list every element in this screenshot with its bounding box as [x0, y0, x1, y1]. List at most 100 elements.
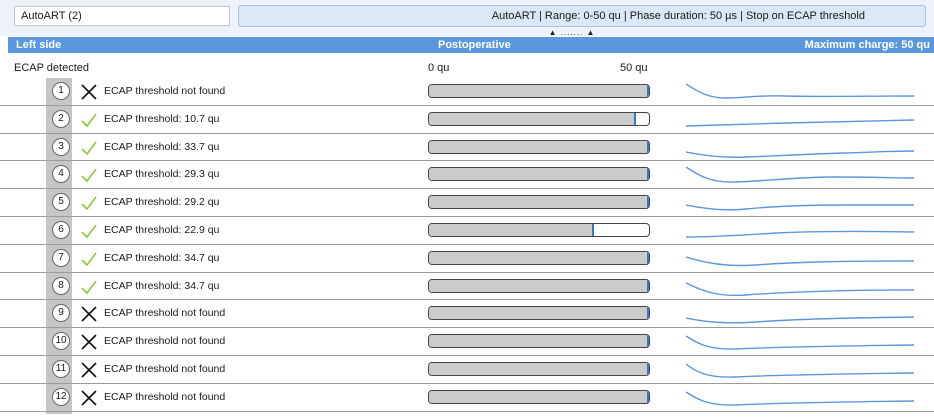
check-icon	[81, 196, 97, 211]
cross-icon	[81, 306, 97, 322]
electrode-row[interactable]: 2 ECAP threshold: 10.7 qu	[0, 106, 934, 134]
threshold-label: ECAP threshold: 34.7 qu	[104, 251, 220, 264]
electrode-number: 11	[52, 359, 70, 378]
charge-bar-fill	[429, 168, 649, 181]
electrode-number: 8	[52, 276, 70, 295]
electrode-row[interactable]: 4 ECAP threshold: 29.3 qu	[0, 161, 934, 190]
charge-bar	[428, 361, 650, 376]
resize-grip[interactable]: ▲ ....... ▲	[542, 29, 602, 37]
charge-bar-fill	[429, 279, 649, 292]
ecap-waveform	[686, 363, 914, 378]
threshold-marker	[633, 112, 636, 125]
charge-bar-fill	[429, 251, 649, 264]
waveform-line	[686, 335, 914, 350]
electrode-row[interactable]: 12 ECAP threshold not found	[0, 384, 934, 412]
threshold-label: ECAP threshold: 34.7 qu	[104, 279, 220, 292]
ecap-waveform	[686, 149, 914, 158]
check-icon	[81, 141, 97, 155]
waveform-line	[686, 230, 914, 238]
threshold-marker	[592, 223, 594, 236]
measurement-info-bar[interactable]: AutoART | Range: 0-50 qu | Phase duratio…	[238, 5, 926, 27]
scale-min-label: 0 qu	[428, 62, 450, 74]
check-icon	[81, 252, 97, 266]
charge-bar	[428, 167, 650, 182]
threshold-marker	[647, 279, 649, 292]
threshold-label: ECAP threshold not found	[104, 335, 226, 348]
charge-bar	[428, 84, 650, 98]
waveform-line	[686, 256, 914, 266]
charge-bar	[428, 334, 650, 349]
electrode-row[interactable]: 6 ECAP threshold: 22.9 qu	[0, 217, 934, 245]
check-icon	[81, 168, 97, 183]
check-icon	[81, 224, 97, 239]
charge-bar	[428, 278, 650, 293]
electrode-row[interactable]: 10 ECAP threshold not found	[0, 328, 934, 356]
check-icon	[81, 113, 97, 128]
autoart-tab[interactable]: AutoART (2)	[14, 6, 230, 26]
electrode-row[interactable]: 1 ECAP threshold not found	[0, 78, 934, 106]
threshold-label: ECAP threshold: 10.7 qu	[104, 112, 220, 125]
waveform-line	[686, 204, 914, 211]
ecap-waveform	[686, 316, 914, 324]
charge-bar	[428, 389, 650, 404]
ecap-waveform	[686, 335, 914, 350]
electrode-row[interactable]: 11 ECAP threshold not found	[0, 356, 934, 384]
threshold-marker	[647, 168, 649, 181]
threshold-marker	[647, 196, 649, 209]
threshold-label: ECAP threshold not found	[104, 307, 226, 320]
threshold-marker	[647, 307, 649, 320]
electrode-number: 1	[52, 82, 70, 100]
side-label: Left side	[16, 39, 62, 51]
ecap-waveform	[686, 83, 914, 99]
threshold-label: ECAP threshold: 29.3 qu	[104, 168, 220, 181]
threshold-label: ECAP threshold not found	[104, 390, 226, 403]
column-title: Postoperative	[438, 39, 511, 51]
ecap-waveform	[686, 391, 914, 406]
charge-bar	[428, 139, 650, 154]
charge-bar-fill	[429, 335, 649, 348]
electrode-number: 9	[52, 304, 70, 323]
ecap-waveform	[686, 256, 914, 266]
cross-icon	[81, 362, 97, 378]
scale-max-label: 50 qu	[620, 62, 648, 74]
threshold-marker	[647, 140, 649, 153]
electrode-row[interactable]: 5 ECAP threshold: 29.2 qu	[0, 189, 934, 217]
waveform-line	[686, 316, 914, 324]
threshold-marker	[647, 335, 649, 348]
threshold-label: ECAP threshold: 29.2 qu	[104, 196, 220, 209]
ecap-waveform	[686, 204, 914, 211]
ecap-waveform	[686, 281, 914, 296]
ecap-waveform	[686, 230, 914, 238]
charge-bar	[428, 222, 650, 237]
electrode-number: 7	[52, 248, 70, 267]
cross-icon	[81, 84, 97, 100]
threshold-marker	[647, 390, 649, 403]
max-charge-label: Maximum charge: 50 qu	[804, 39, 930, 51]
waveform-line	[686, 166, 914, 184]
cross-icon	[81, 390, 97, 406]
threshold-label: ECAP threshold: 33.7 qu	[104, 140, 220, 153]
electrode-row[interactable]: 3 ECAP threshold: 33.7 qu	[0, 134, 934, 162]
electrode-number: 3	[52, 137, 70, 156]
electrode-number: 2	[52, 109, 70, 128]
charge-bar-fill	[429, 140, 649, 153]
threshold-label: ECAP threshold not found	[104, 85, 226, 97]
electrode-row[interactable]: 9 ECAP threshold not found	[0, 300, 934, 329]
charge-bar-fill	[429, 112, 636, 125]
electrode-row[interactable]: 8 ECAP threshold: 34.7 qu	[0, 273, 934, 301]
charge-bar-fill	[429, 362, 649, 375]
table-header: Left side Postoperative Maximum charge: …	[8, 37, 934, 53]
charge-bar	[428, 195, 650, 210]
waveform-line	[686, 363, 914, 378]
waveform-line	[686, 119, 914, 127]
charge-bar-fill	[429, 196, 649, 209]
electrode-number: 10	[52, 332, 70, 351]
charge-bar-fill	[429, 85, 649, 97]
electrode-number: 5	[52, 193, 70, 212]
waveform-line	[686, 281, 914, 296]
check-icon	[81, 280, 97, 294]
waveform-line	[686, 391, 914, 406]
threshold-marker	[647, 362, 649, 375]
electrode-row[interactable]: 7 ECAP threshold: 34.7 qu	[0, 245, 934, 273]
cross-icon	[81, 334, 97, 350]
